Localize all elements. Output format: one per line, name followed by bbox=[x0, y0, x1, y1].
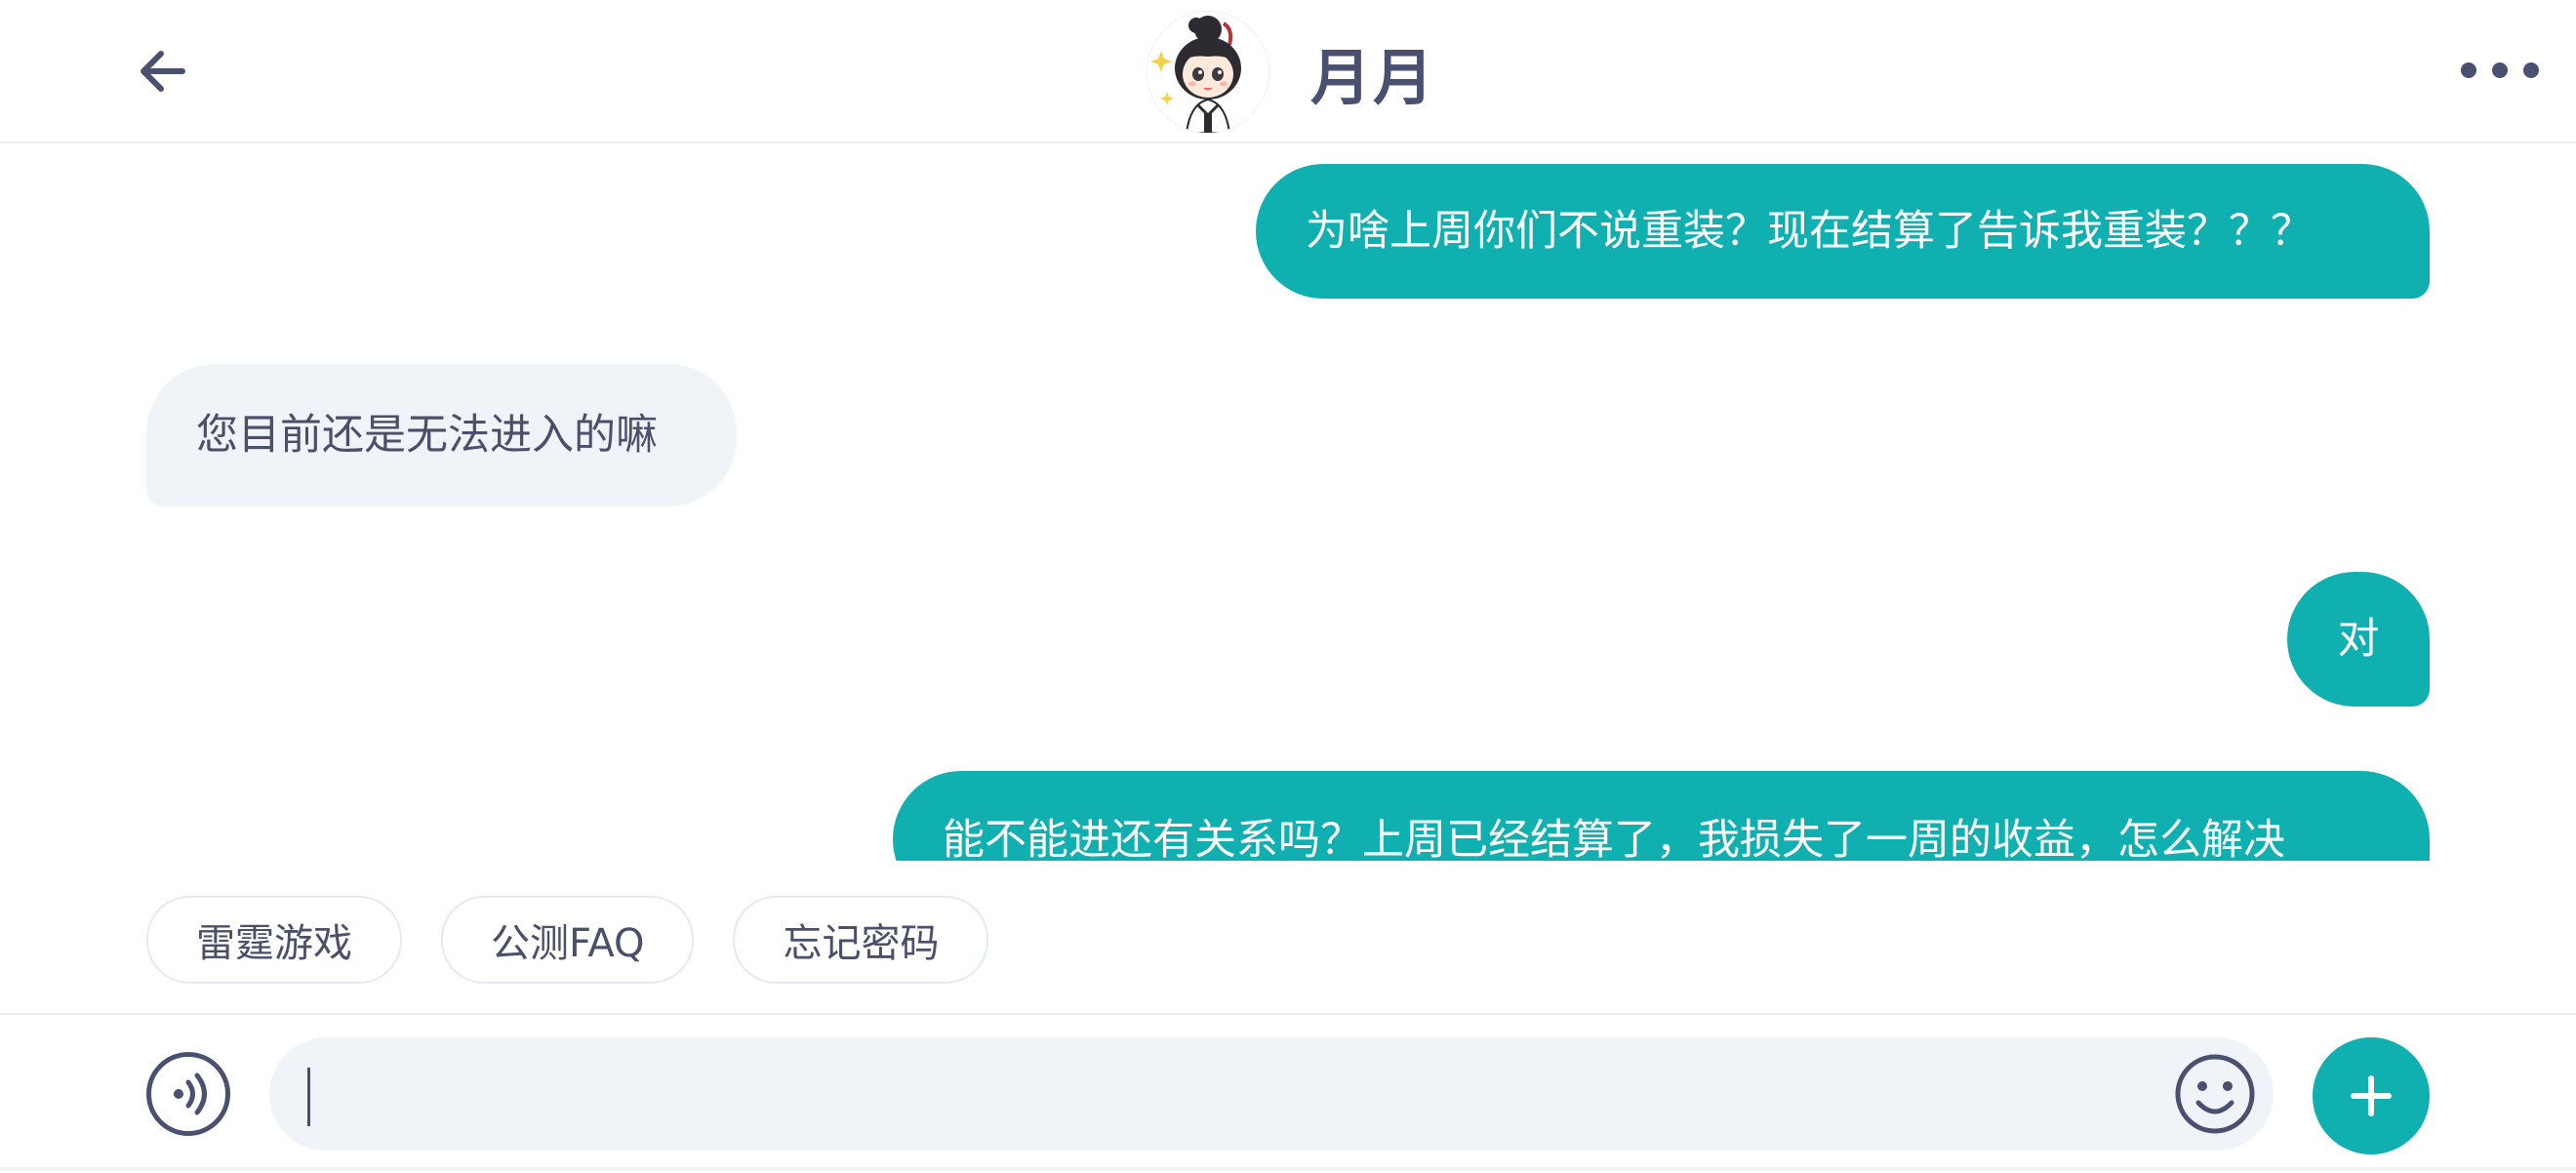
contact-title: 月月 bbox=[1147, 11, 1436, 134]
more-dot bbox=[2492, 62, 2508, 78]
chat-header: 月月 bbox=[0, 0, 2576, 143]
back-button[interactable] bbox=[127, 37, 195, 105]
arrow-left-icon bbox=[141, 51, 185, 92]
quick-reply-bar: 雷霆游戏 公测FAQ 忘记密码 bbox=[146, 896, 989, 984]
message-input[interactable] bbox=[269, 1037, 2274, 1151]
quick-reply-chip[interactable]: 忘记密码 bbox=[733, 896, 989, 984]
quick-reply-chip[interactable]: 公测FAQ bbox=[441, 896, 695, 984]
plus-icon bbox=[2351, 1075, 2392, 1116]
more-dot bbox=[2523, 62, 2539, 78]
voice-icon bbox=[174, 1072, 207, 1115]
message-bubble-outgoing[interactable]: 为啥上周你们不说重装？现在结算了告诉我重装？？？ bbox=[1256, 164, 2430, 299]
message-bubble-incoming[interactable]: 您目前还是无法进入的嘛 bbox=[146, 364, 737, 506]
avatar-illustration bbox=[1147, 12, 1268, 133]
bottom-divider bbox=[0, 1167, 2576, 1171]
contact-name: 月月 bbox=[1310, 42, 1436, 113]
avatar[interactable] bbox=[1147, 11, 1269, 134]
text-caret bbox=[307, 1068, 310, 1126]
more-horizontal-icon bbox=[2461, 62, 2476, 78]
more-button[interactable] bbox=[2461, 49, 2539, 92]
plus-button[interactable] bbox=[2313, 1037, 2430, 1154]
message-list[interactable]: 为啥上周你们不说重装？现在结算了告诉我重装？？？ 您目前还是无法进入的嘛 对 能… bbox=[0, 143, 2576, 861]
quick-reply-chip[interactable]: 雷霆游戏 bbox=[146, 896, 402, 984]
emoji-button[interactable] bbox=[2173, 1052, 2257, 1136]
emoji-icon bbox=[2175, 1054, 2255, 1134]
message-bubble-outgoing[interactable]: 对 bbox=[2287, 572, 2430, 707]
message-bubble-outgoing[interactable]: 能不能进还有关系吗？上周已经结算了，我损失了一周的收益，怎么解决 bbox=[893, 771, 2430, 861]
voice-button[interactable] bbox=[146, 1052, 230, 1136]
input-bar bbox=[0, 1013, 2576, 1173]
